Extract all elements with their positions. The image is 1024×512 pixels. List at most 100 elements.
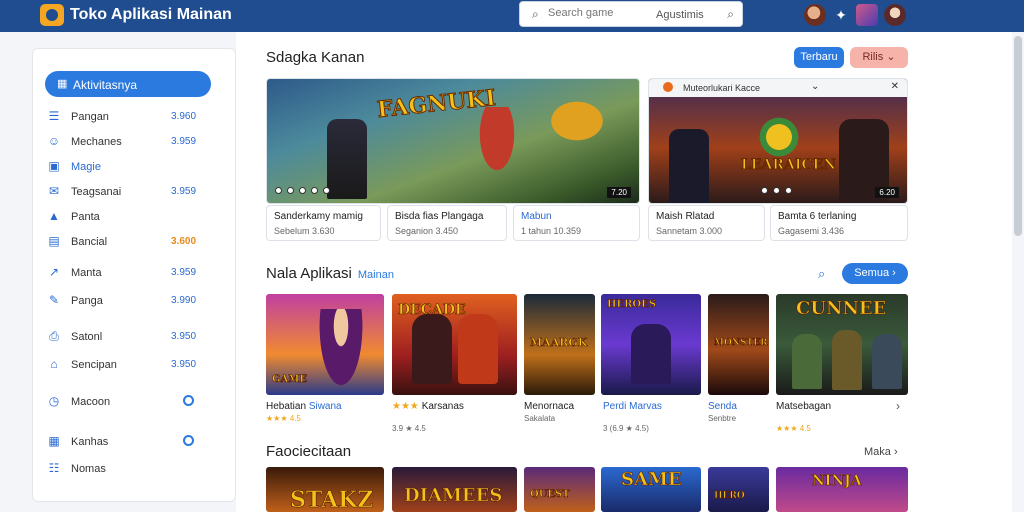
- more-label: Maka: [864, 446, 891, 458]
- tile-text: DECADE: [398, 302, 466, 319]
- search-icon[interactable]: ⌕: [818, 266, 825, 282]
- sidebar-item-count: 3.959: [171, 186, 197, 197]
- tile-text: DIAMEES: [404, 485, 503, 507]
- settings-icon[interactable]: ✦: [832, 6, 850, 24]
- favorite-tile[interactable]: QUEST: [524, 467, 595, 512]
- sidebar-item-label: Nomas: [71, 463, 106, 475]
- sidebar-item-manta[interactable]: ↗ Manta 3.959: [47, 263, 227, 283]
- carousel-dots[interactable]: [275, 187, 330, 194]
- search-input[interactable]: [548, 7, 638, 19]
- featured-card[interactable]: Sanderkamy mamig Sebelum 3.630: [266, 205, 381, 241]
- game-title[interactable]: Hebatian Siwana: [266, 401, 342, 412]
- sidebar-item-kanhas[interactable]: ▦ Kanhas: [47, 432, 227, 452]
- tab-favicon-icon: [663, 82, 673, 92]
- sidebar-item-macoon[interactable]: ◷ Macoon: [47, 392, 227, 412]
- sidebar-item-panta[interactable]: ▲ Panta: [47, 207, 227, 227]
- sidebar-item-count: 3.990: [171, 295, 197, 306]
- game-title[interactable]: Perdi Marvas: [603, 401, 662, 412]
- game-title[interactable]: ★★★ Karsanas: [392, 401, 464, 412]
- chevron-right-icon[interactable]: ›: [896, 399, 900, 413]
- game-meta: ★★★ 4.5: [776, 424, 811, 433]
- card-title: Bamta 6 terlaning: [778, 211, 857, 222]
- scrollbar[interactable]: [1014, 36, 1022, 236]
- tile-text: HEROES: [607, 299, 657, 311]
- game-tile[interactable]: MAARGK: [524, 294, 595, 395]
- tile-text: MONSTER: [714, 338, 768, 349]
- favorite-tile[interactable]: DIAMEES: [392, 467, 517, 512]
- release-label: Rilis: [862, 51, 884, 63]
- box-icon: ▣: [48, 159, 60, 173]
- game-tile[interactable]: GAME: [266, 294, 384, 395]
- sidebar-item-label: Magie: [71, 161, 101, 173]
- featured-card[interactable]: Maish Rlatad Sannetam 3.000: [648, 205, 765, 241]
- featured-banner-1[interactable]: FAGNUKI 7.20: [266, 78, 640, 204]
- game-meta: Sakalata: [524, 414, 556, 423]
- close-icon[interactable]: ✕: [891, 81, 899, 92]
- sidebar-item-count: 3.950: [171, 359, 197, 370]
- app-title: Toko Aplikasi Mainan: [70, 6, 232, 23]
- search-icon: ⌕: [532, 7, 539, 21]
- game-title[interactable]: Menornaca: [524, 401, 574, 412]
- sidebar-item-teagsanai[interactable]: ✉ Teagsanai 3.959: [47, 182, 227, 202]
- sidebar-item-satonl[interactable]: ⎙ Satonl 3.950: [47, 327, 227, 347]
- sidebar-item-nomas[interactable]: ☷ Nomas: [47, 459, 227, 479]
- tile-text: MAARGK: [530, 336, 588, 350]
- favorite-tile[interactable]: NINJA: [776, 467, 908, 512]
- sidebar-item-count: 3.600: [171, 236, 197, 247]
- carousel-dots[interactable]: [761, 187, 792, 194]
- sidebar-item-mechanes[interactable]: ☺ Mechanes 3.959: [47, 132, 227, 152]
- notifications-icon[interactable]: [856, 4, 878, 26]
- favorite-tile[interactable]: HERO: [708, 467, 769, 512]
- grid-icon: ▦: [57, 78, 68, 90]
- sidebar-item-label: Bancial: [71, 236, 108, 248]
- more-link[interactable]: Maka ›: [864, 446, 898, 458]
- image-icon: ▲: [48, 209, 60, 223]
- tile-text: QUEST: [530, 489, 570, 501]
- featured-card[interactable]: Bamta 6 terlaning Gagasemi 3.436: [770, 205, 908, 241]
- game-title-text: Perdi Marvas: [603, 401, 662, 412]
- featured-card[interactable]: Mabun 1 tahun 10.359: [513, 205, 640, 241]
- sidebar-item-count: 3.959: [171, 136, 197, 147]
- sidebar-item-bancial[interactable]: ▤ Bancial 3.600: [47, 232, 227, 252]
- tile-text: GAME: [272, 374, 308, 386]
- game-title[interactable]: Senda: [708, 401, 737, 412]
- featured-card[interactable]: Bisda fias Plangaga Seganion 3.450: [387, 205, 507, 241]
- sidebar-item-label: Mechanes: [71, 136, 122, 148]
- chevron-down-icon[interactable]: ⌄: [811, 81, 819, 92]
- calendar-icon: ▦: [48, 434, 60, 448]
- release-dropdown[interactable]: Rilis ⌄: [850, 47, 908, 68]
- sidebar-item-sencipan[interactable]: ⌂ Sencipan 3.950: [47, 355, 227, 375]
- game-tile[interactable]: MONSTER: [708, 294, 769, 395]
- game-title[interactable]: Matsebagan: [776, 401, 831, 412]
- banner-heading: LEARAICEN: [740, 157, 837, 174]
- tile-text: CUNNEE: [796, 298, 887, 320]
- avatar-icon[interactable]: [804, 4, 826, 26]
- featured-banner-2[interactable]: Muteorlukari Kacce ⌄ ✕ LEARAICEN 6.20: [648, 78, 908, 204]
- table-icon: ▤: [48, 234, 60, 248]
- game-tile[interactable]: CUNNEE: [776, 294, 908, 395]
- profile-avatar-icon[interactable]: [884, 4, 906, 26]
- sidebar-item-magie[interactable]: ▣ Magie: [47, 157, 227, 177]
- sidebar-item-pangan[interactable]: ☰ Pangan 3.960: [47, 107, 227, 127]
- tile-text: STAKZ: [290, 487, 374, 512]
- game-tile[interactable]: DECADE: [392, 294, 517, 395]
- search-submit-icon[interactable]: ⌕: [727, 7, 734, 22]
- tile-text: HERO: [714, 491, 745, 502]
- latest-button[interactable]: Terbaru: [794, 47, 844, 68]
- favorite-tile[interactable]: STAKZ: [266, 467, 384, 512]
- banner-image: [649, 79, 907, 203]
- favorite-tile[interactable]: SAME: [601, 467, 701, 512]
- game-rating-prefix: ★★★: [392, 401, 419, 412]
- card-meta: Seganion 3.450: [395, 226, 459, 236]
- section-title-text: Nala Aplikasi: [266, 265, 352, 282]
- app-logo-icon[interactable]: [40, 4, 64, 26]
- sidebar-item-active[interactable]: ▦ Aktivitasnya: [45, 71, 211, 97]
- sidebar-item-panga[interactable]: ✎ Panga 3.990: [47, 291, 227, 311]
- tile-text: SAME: [621, 469, 682, 491]
- game-tile[interactable]: HEROES: [601, 294, 701, 395]
- sidebar-item-label: Sencipan: [71, 359, 117, 371]
- search-box[interactable]: ⌕ Agustimis ⌕: [519, 1, 743, 27]
- sidebar-item-label: Panga: [71, 295, 103, 307]
- card-meta: 1 tahun 10.359: [521, 226, 582, 236]
- see-all-button[interactable]: Semua ›: [842, 263, 908, 284]
